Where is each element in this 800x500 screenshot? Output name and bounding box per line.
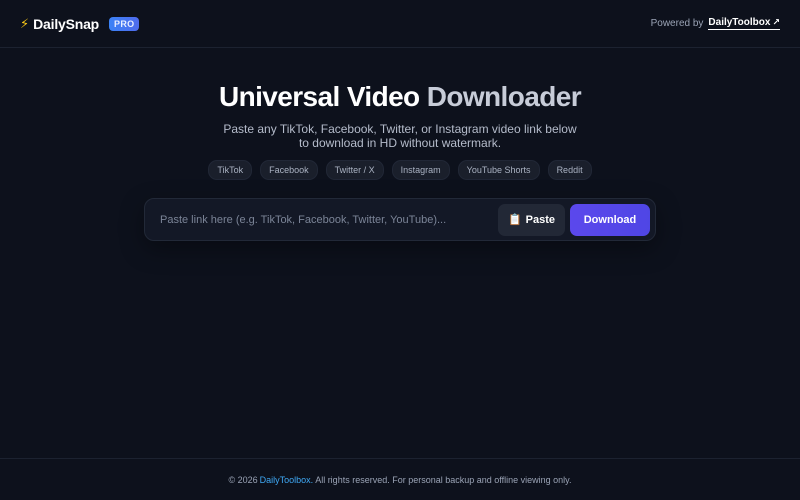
page-title: Universal Video Downloader — [0, 80, 800, 114]
powered-by: Powered by DailyToolbox ↗ — [651, 17, 780, 30]
footer: © 2026 DailyToolbox. All rights reserved… — [0, 458, 800, 500]
platform-chips: TikTok Facebook Twitter / X Instagram Yo… — [0, 159, 800, 180]
chip-instagram[interactable]: Instagram — [391, 159, 450, 180]
link-input[interactable] — [160, 213, 498, 226]
footer-copyright: © 2026 — [228, 474, 258, 485]
title-part-2: Downloader — [426, 81, 582, 112]
page-subtitle: Paste any TikTok, Facebook, Twitter, or … — [223, 121, 577, 150]
footer-rights: All rights reserved. For personal backup… — [315, 474, 572, 485]
top-header: ⚡ DailySnap PRO Powered by DailyToolbox … — [0, 0, 800, 48]
lightning-bolt-icon: ⚡ — [20, 16, 30, 31]
download-button[interactable]: Download — [570, 203, 650, 236]
footer-dailytoolbox-link[interactable]: DailyToolbox. — [260, 475, 314, 485]
dailytoolbox-link[interactable]: DailyToolbox ↗ — [708, 17, 780, 30]
chip-facebook[interactable]: Facebook — [260, 159, 318, 180]
powered-by-label: Powered by — [650, 18, 704, 29]
chip-twitter[interactable]: Twitter / X — [325, 159, 384, 180]
dailytoolbox-link-label: DailyToolbox — [708, 17, 771, 28]
chip-reddit[interactable]: Reddit — [547, 159, 592, 180]
title-part-1: Universal Video — [218, 81, 420, 112]
link-search-bar: 📋 Paste Download — [144, 198, 656, 241]
clipboard-icon: 📋 — [507, 214, 522, 226]
paste-button[interactable]: 📋 Paste — [497, 203, 565, 236]
pro-badge: PRO — [109, 16, 140, 31]
brand-name: DailySnap — [33, 15, 100, 32]
chip-youtube-shorts[interactable]: YouTube Shorts — [457, 159, 540, 180]
brand[interactable]: ⚡ DailySnap PRO — [20, 15, 140, 32]
paste-button-label: Paste — [525, 213, 555, 226]
external-arrow-icon: ↗ — [772, 17, 780, 27]
hero: Universal Video Downloader Paste any Tik… — [0, 48, 800, 180]
chip-tiktok[interactable]: TikTok — [208, 159, 253, 180]
